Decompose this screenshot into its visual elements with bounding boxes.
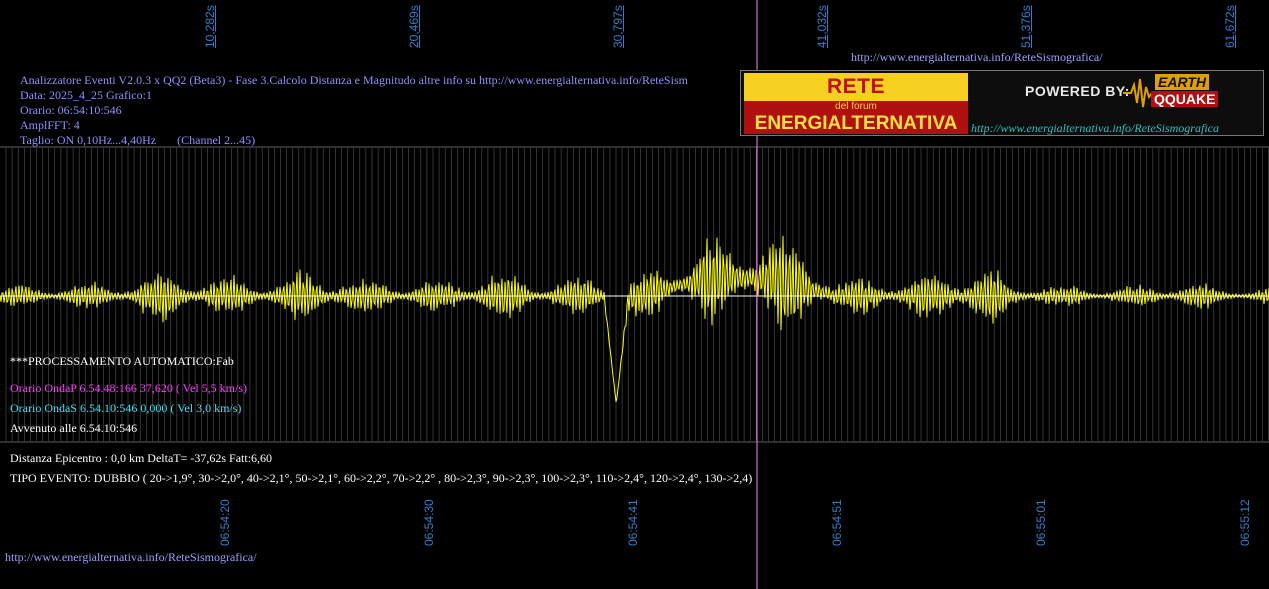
top-axis-label: 61,672s [1223,5,1237,48]
logo-url[interactable]: http://www.energialternativa.info/ReteSi… [971,121,1219,136]
bottom-axis-label: 06:55:01 [1034,499,1048,546]
s-wave-time: Orario OndaS 6.54.10:546 0,000 ( Vel 3,0… [10,401,242,415]
header-amplfft: AmplFFT: 4 [20,118,80,132]
bottom-axis-label: 06:54:20 [218,499,232,546]
header-time: Orario: 06:54:10:546 [20,103,122,117]
logo-subtitle: del forum [744,101,968,113]
logo-title: RETE SISMOGRAFICA [744,73,968,126]
epicenter-distance: Distanza Epicentro : 0,0 km DeltaT= -37,… [10,451,273,465]
processing-mode: ***PROCESSAMENTO AUTOMATICO:Fab [10,354,234,368]
bottom-axis-label: 06:54:41 [626,499,640,546]
logo-brand-earth: EARTH [1155,74,1209,90]
top-axis-label: 30,797s [611,5,625,48]
top-axis-label: 20,469s [407,5,421,48]
footer-url-link[interactable]: http://www.energialternativa.info/ReteSi… [5,550,257,564]
bottom-axis-label: 06:54:30 [422,499,436,546]
bottom-axis-label: 06:54:51 [830,499,844,546]
header-filter: Taglio: ON 0,10Hz...4,40Hz (Channel 2...… [20,133,256,147]
bottom-axis-label: 06:55:12 [1238,499,1252,546]
rete-sismografica-logo[interactable]: RETE SISMOGRAFICA del forum ENERGIALTERN… [740,70,1264,136]
top-axis-label: 51,376s [1019,5,1033,48]
top-url-link[interactable]: http://www.energialternativa.info/ReteSi… [851,50,1103,64]
top-axis-label: 10,282s [203,5,217,48]
logo-brand-qquake: QQUAKE [1151,91,1219,107]
logo-powered-by: POWERED BY: [1025,83,1130,99]
logo-forum-name: ENERGIALTERNATIVA [744,113,968,134]
event-occurred: Avvenuto alle 6.54.10:546 [10,421,138,435]
header-title: Analizzatore Eventi V2.0.3 x QQ2 (Beta3)… [20,73,688,87]
p-wave-time: Orario OndaP 6.54.48:166 37,620 ( Vel 5,… [10,381,247,395]
event-type: TIPO EVENTO: DUBBIO ( 20->1,9°, 30->2,0°… [10,471,753,485]
header-date: Data: 2025_4_25 Grafico:1 [20,88,152,102]
top-axis-label: 41,032s [815,5,829,48]
